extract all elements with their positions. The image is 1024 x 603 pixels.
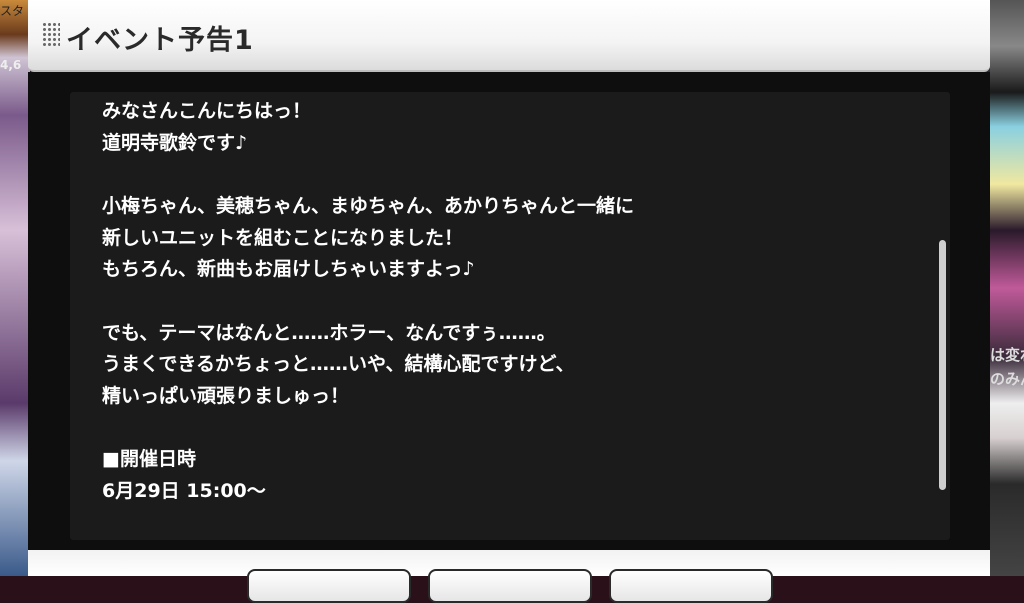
background-right-text-2: のみんな (990, 370, 1024, 388)
event-notice-dialog: イベント予告1 みなさんこんにちはっ！ 道明寺歌鈴です♪ 小梅ちゃん、美穂ちゃん… (28, 0, 990, 576)
message-line: 新しいユニットを組むことになりました！ (102, 226, 464, 249)
footer-button-2[interactable] (428, 569, 592, 603)
background-left-label: スタ (0, 4, 25, 18)
background-left-panel (0, 0, 30, 576)
dialog-header: イベント予告1 (28, 0, 990, 72)
paragraph-schedule: ■開催日時 6月29日 15:00〜 (102, 444, 922, 507)
message-content: みなさんこんにちはっ！ 道明寺歌鈴です♪ 小梅ちゃん、美穂ちゃん、まゆちゃん、あ… (102, 96, 922, 539)
message-line: 小梅ちゃん、美穂ちゃん、まゆちゃん、あかりちゃんと一緒に (102, 195, 635, 217)
message-scroll-area[interactable]: みなさんこんにちはっ！ 道明寺歌鈴です♪ 小梅ちゃん、美穂ちゃん、まゆちゃん、あ… (70, 92, 950, 540)
paragraph-greeting: みなさんこんにちはっ！ 道明寺歌鈴です♪ (102, 96, 922, 159)
message-line: もちろん、新曲もお届けしちゃいますよっ♪ (102, 258, 475, 280)
schedule-date: 6月29日 15:00〜 (102, 479, 266, 502)
dialog-body: みなさんこんにちはっ！ 道明寺歌鈴です♪ 小梅ちゃん、美穂ちゃん、まゆちゃん、あ… (28, 72, 990, 550)
background-right-text-1: は変わり (990, 346, 1024, 364)
scrollbar-thumb[interactable] (939, 240, 946, 490)
footer-button-1[interactable] (247, 569, 411, 603)
paragraph-theme: でも、テーマはなんと……ホラー、なんですぅ……。 うまくできるかちょっと……いや… (102, 318, 922, 413)
paragraph-unit: 小梅ちゃん、美穂ちゃん、まゆちゃん、あかりちゃんと一緒に 新しいユニットを組むこ… (102, 191, 922, 286)
dialog-title: イベント予告1 (66, 25, 254, 56)
background-left-number: 4,6 (0, 58, 22, 72)
schedule-heading: ■開催日時 (102, 448, 196, 470)
footer-button-3[interactable] (609, 569, 773, 603)
background-right-panel (990, 0, 1024, 576)
grip-dots-icon (42, 22, 60, 48)
message-line: 精いっぱい頑張りましゅっ！ (102, 384, 350, 407)
message-line: みなさんこんにちはっ！ (102, 100, 312, 122)
message-line: 道明寺歌鈴です♪ (102, 131, 248, 154)
message-line: でも、テーマはなんと……ホラー、なんですぅ……。 (102, 321, 556, 344)
message-line: うまくできるかちょっと……いや、結構心配ですけど、 (102, 353, 575, 375)
